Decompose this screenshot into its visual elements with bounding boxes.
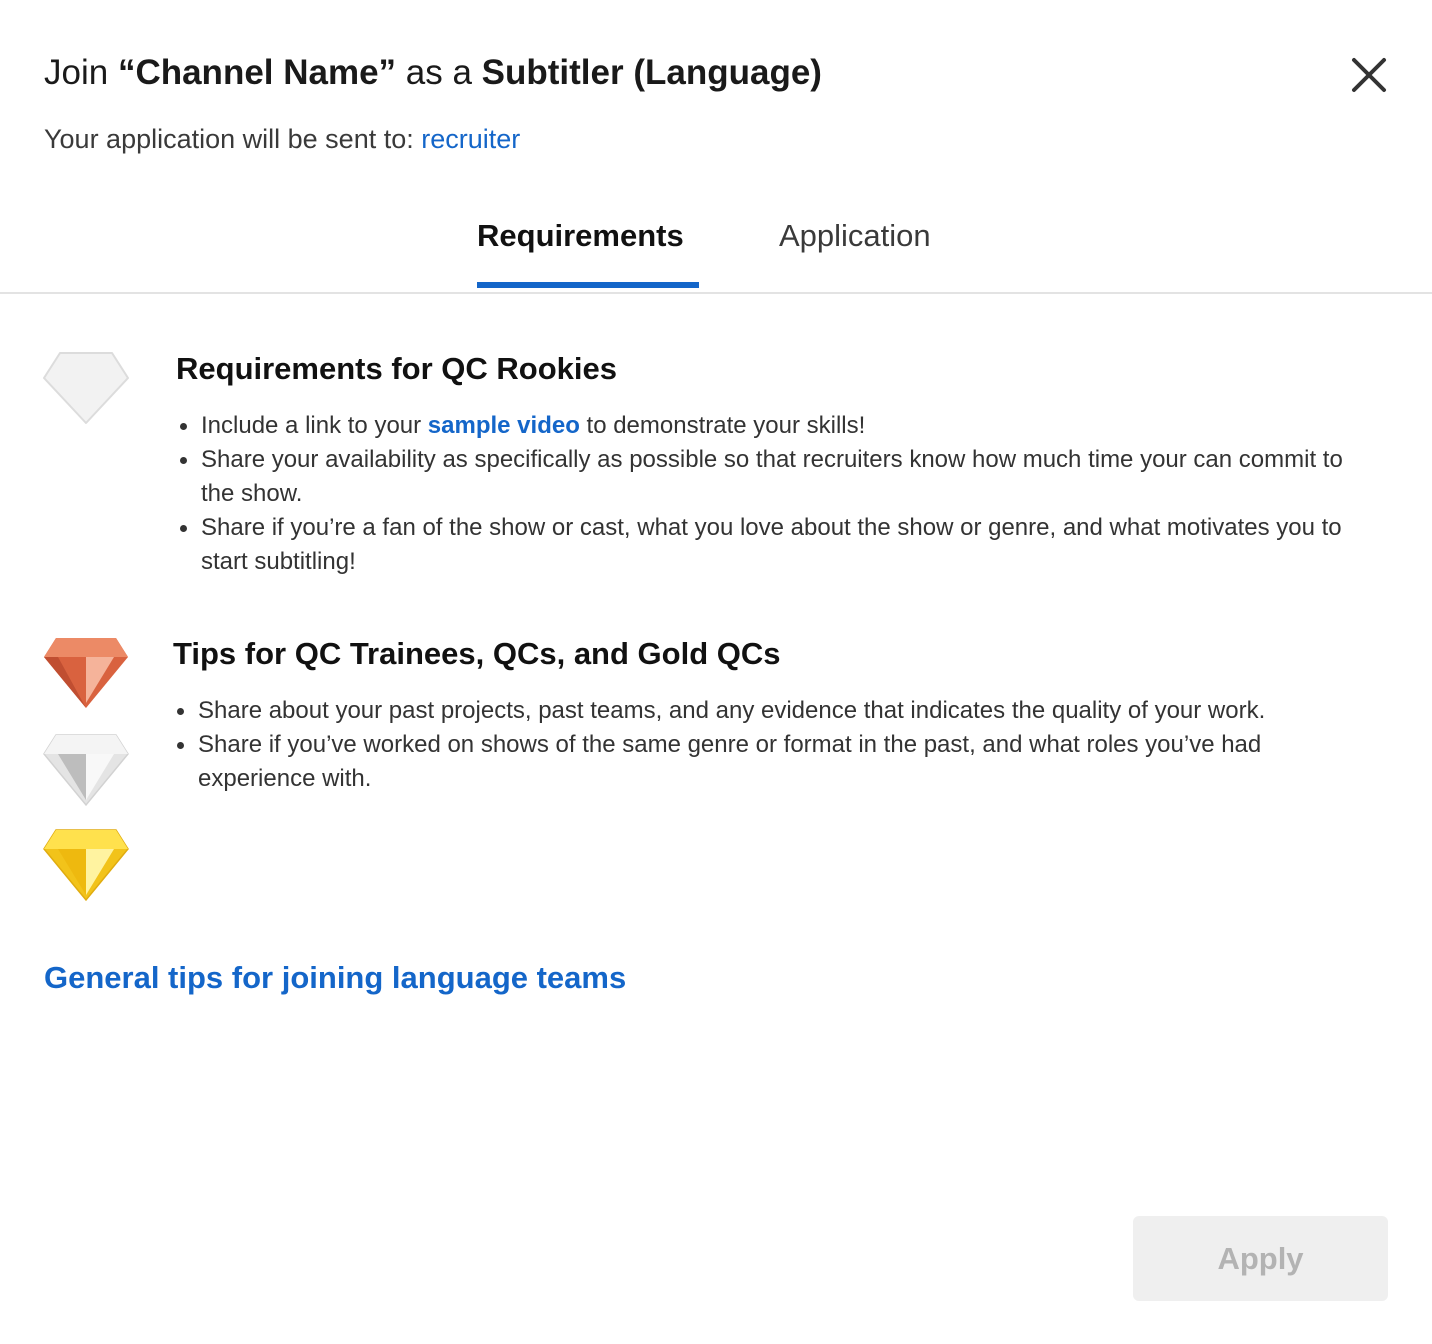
title-middle: as a <box>396 53 482 92</box>
general-tips-link[interactable]: General tips for joining language teams <box>44 956 626 1000</box>
trainees-tips-list: Share about your past projects, past tea… <box>174 694 1374 796</box>
silver-gem-icon <box>43 734 129 807</box>
rookies-requirements-list: Include a link to your sample video to d… <box>177 409 1367 579</box>
recipient-prefix: Your application will be sent to: <box>44 124 422 154</box>
dialog-title: Join “Channel Name” as a Subtitler (Lang… <box>44 50 822 96</box>
rookies-title: Requirements for QC Rookies <box>176 351 617 386</box>
silver-diamond-icon <box>43 352 129 424</box>
role-name: Subtitler (Language) <box>481 53 822 92</box>
tab-bar: Requirements Application <box>0 196 1432 294</box>
title-prefix: Join <box>44 53 118 92</box>
trainees-title: Tips for QC Trainees, QCs, and Gold QCs <box>173 636 781 671</box>
close-icon <box>1352 58 1386 92</box>
list-item: Include a link to your sample video to d… <box>177 409 1367 443</box>
sample-video-link[interactable]: sample video <box>428 412 580 439</box>
bullet-text: Include a link to your <box>201 412 428 439</box>
list-item: Share if you’re a fan of the show or cas… <box>177 511 1367 579</box>
channel-name: “Channel Name” <box>117 53 397 92</box>
bronze-gem-icon <box>44 638 128 708</box>
list-item: Share about your past projects, past tea… <box>174 694 1374 728</box>
list-item: Share if you’ve worked on shows of the s… <box>174 728 1374 796</box>
list-item: Share your availability as specifically … <box>177 443 1367 511</box>
tab-requirements[interactable]: Requirements <box>477 214 684 258</box>
recipient-line: Your application will be sent to: recrui… <box>44 120 520 158</box>
tab-application[interactable]: Application <box>779 214 931 258</box>
gold-gem-icon <box>43 829 129 902</box>
apply-button[interactable]: Apply <box>1133 1216 1388 1301</box>
join-channel-dialog: Join “Channel Name” as a Subtitler (Lang… <box>0 0 1432 1344</box>
bullet-text: to demonstrate your skills! <box>579 412 866 439</box>
recruiter-link[interactable]: recruiter <box>421 124 520 154</box>
active-tab-indicator <box>477 282 699 288</box>
close-button[interactable] <box>1348 54 1390 96</box>
